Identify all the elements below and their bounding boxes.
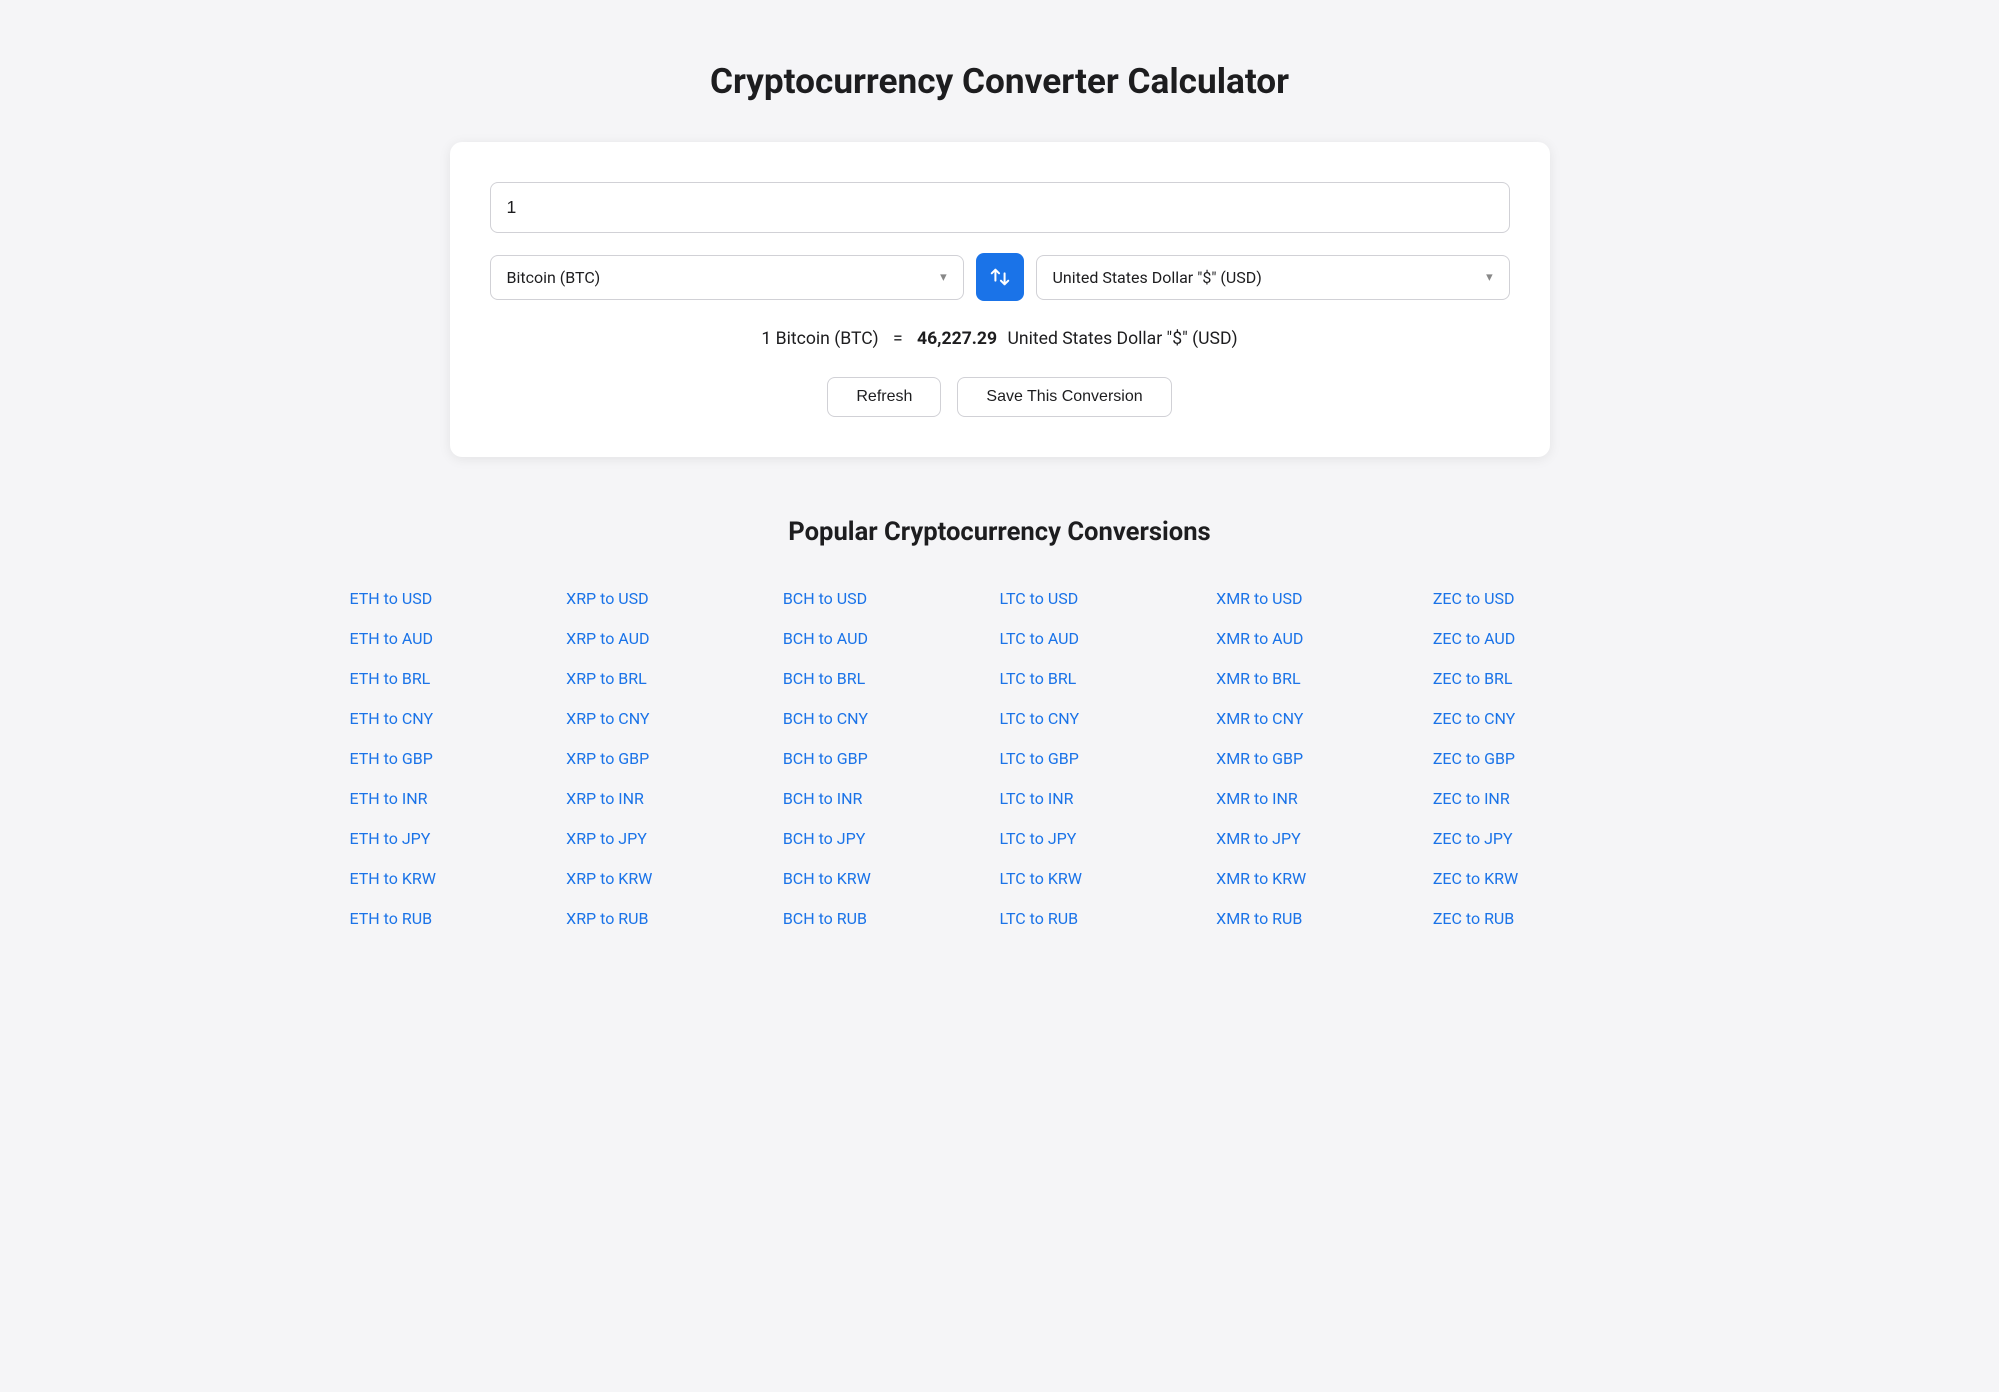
from-currency-chevron: ▾	[940, 270, 946, 285]
swap-icon	[989, 266, 1011, 288]
list-item[interactable]: BCH to GBP	[783, 743, 1000, 775]
result-line: 1 Bitcoin (BTC) = 46,227.29 United State…	[490, 329, 1510, 349]
list-item[interactable]: LTC to RUB	[1000, 903, 1217, 935]
amount-input[interactable]	[490, 182, 1510, 233]
list-item[interactable]: LTC to BRL	[1000, 663, 1217, 695]
conversions-grid: ETH to USDXRP to USDBCH to USDLTC to USD…	[350, 583, 1650, 935]
list-item[interactable]: ZEC to INR	[1433, 783, 1650, 815]
save-conversion-button[interactable]: Save This Conversion	[957, 377, 1171, 417]
list-item[interactable]: ETH to BRL	[350, 663, 567, 695]
list-item[interactable]: ZEC to BRL	[1433, 663, 1650, 695]
list-item[interactable]: XRP to INR	[566, 783, 783, 815]
swap-button[interactable]	[976, 253, 1024, 301]
list-item[interactable]: BCH to CNY	[783, 703, 1000, 735]
list-item[interactable]: XMR to KRW	[1216, 863, 1433, 895]
list-item[interactable]: ZEC to KRW	[1433, 863, 1650, 895]
list-item[interactable]: LTC to CNY	[1000, 703, 1217, 735]
popular-section-title: Popular Cryptocurrency Conversions	[40, 517, 1959, 547]
list-item[interactable]: XMR to USD	[1216, 583, 1433, 615]
list-item[interactable]: XMR to CNY	[1216, 703, 1433, 735]
list-item[interactable]: XRP to CNY	[566, 703, 783, 735]
list-item[interactable]: XMR to BRL	[1216, 663, 1433, 695]
list-item[interactable]: ZEC to RUB	[1433, 903, 1650, 935]
list-item[interactable]: XMR to INR	[1216, 783, 1433, 815]
list-item[interactable]: LTC to GBP	[1000, 743, 1217, 775]
list-item[interactable]: ZEC to USD	[1433, 583, 1650, 615]
list-item[interactable]: ETH to INR	[350, 783, 567, 815]
to-currency-chevron: ▾	[1486, 270, 1492, 285]
list-item[interactable]: XRP to JPY	[566, 823, 783, 855]
list-item[interactable]: LTC to INR	[1000, 783, 1217, 815]
list-item[interactable]: ZEC to GBP	[1433, 743, 1650, 775]
list-item[interactable]: XMR to JPY	[1216, 823, 1433, 855]
list-item[interactable]: LTC to KRW	[1000, 863, 1217, 895]
list-item[interactable]: XRP to BRL	[566, 663, 783, 695]
currency-row: Bitcoin (BTC) ▾ United States Dollar "$"…	[490, 253, 1510, 301]
list-item[interactable]: ETH to KRW	[350, 863, 567, 895]
list-item[interactable]: XMR to AUD	[1216, 623, 1433, 655]
result-value: 46,227.29	[917, 329, 997, 349]
list-item[interactable]: ZEC to CNY	[1433, 703, 1650, 735]
list-item[interactable]: LTC to JPY	[1000, 823, 1217, 855]
to-currency-label: United States Dollar "$" (USD)	[1053, 268, 1262, 287]
result-from-text: 1 Bitcoin (BTC)	[761, 329, 878, 349]
list-item[interactable]: BCH to BRL	[783, 663, 1000, 695]
list-item[interactable]: XMR to GBP	[1216, 743, 1433, 775]
from-currency-select[interactable]: Bitcoin (BTC) ▾	[490, 255, 964, 300]
equals-sign: =	[893, 329, 903, 349]
list-item[interactable]: BCH to INR	[783, 783, 1000, 815]
list-item[interactable]: BCH to AUD	[783, 623, 1000, 655]
list-item[interactable]: ETH to RUB	[350, 903, 567, 935]
list-item[interactable]: LTC to USD	[1000, 583, 1217, 615]
list-item[interactable]: LTC to AUD	[1000, 623, 1217, 655]
list-item[interactable]: ZEC to AUD	[1433, 623, 1650, 655]
list-item[interactable]: ETH to CNY	[350, 703, 567, 735]
list-item[interactable]: BCH to JPY	[783, 823, 1000, 855]
list-item[interactable]: ZEC to JPY	[1433, 823, 1650, 855]
list-item[interactable]: XRP to KRW	[566, 863, 783, 895]
action-buttons: Refresh Save This Conversion	[490, 377, 1510, 417]
list-item[interactable]: XRP to AUD	[566, 623, 783, 655]
list-item[interactable]: BCH to KRW	[783, 863, 1000, 895]
page-title: Cryptocurrency Converter Calculator	[40, 60, 1959, 102]
list-item[interactable]: ETH to JPY	[350, 823, 567, 855]
result-currency-text: United States Dollar "$" (USD)	[1007, 329, 1237, 349]
list-item[interactable]: XMR to RUB	[1216, 903, 1433, 935]
list-item[interactable]: XRP to RUB	[566, 903, 783, 935]
list-item[interactable]: ETH to AUD	[350, 623, 567, 655]
from-currency-label: Bitcoin (BTC)	[507, 268, 601, 287]
list-item[interactable]: BCH to USD	[783, 583, 1000, 615]
list-item[interactable]: XRP to GBP	[566, 743, 783, 775]
to-currency-select[interactable]: United States Dollar "$" (USD) ▾	[1036, 255, 1510, 300]
refresh-button[interactable]: Refresh	[827, 377, 941, 417]
converter-card: Bitcoin (BTC) ▾ United States Dollar "$"…	[450, 142, 1550, 457]
list-item[interactable]: XRP to USD	[566, 583, 783, 615]
list-item[interactable]: BCH to RUB	[783, 903, 1000, 935]
list-item[interactable]: ETH to GBP	[350, 743, 567, 775]
list-item[interactable]: ETH to USD	[350, 583, 567, 615]
